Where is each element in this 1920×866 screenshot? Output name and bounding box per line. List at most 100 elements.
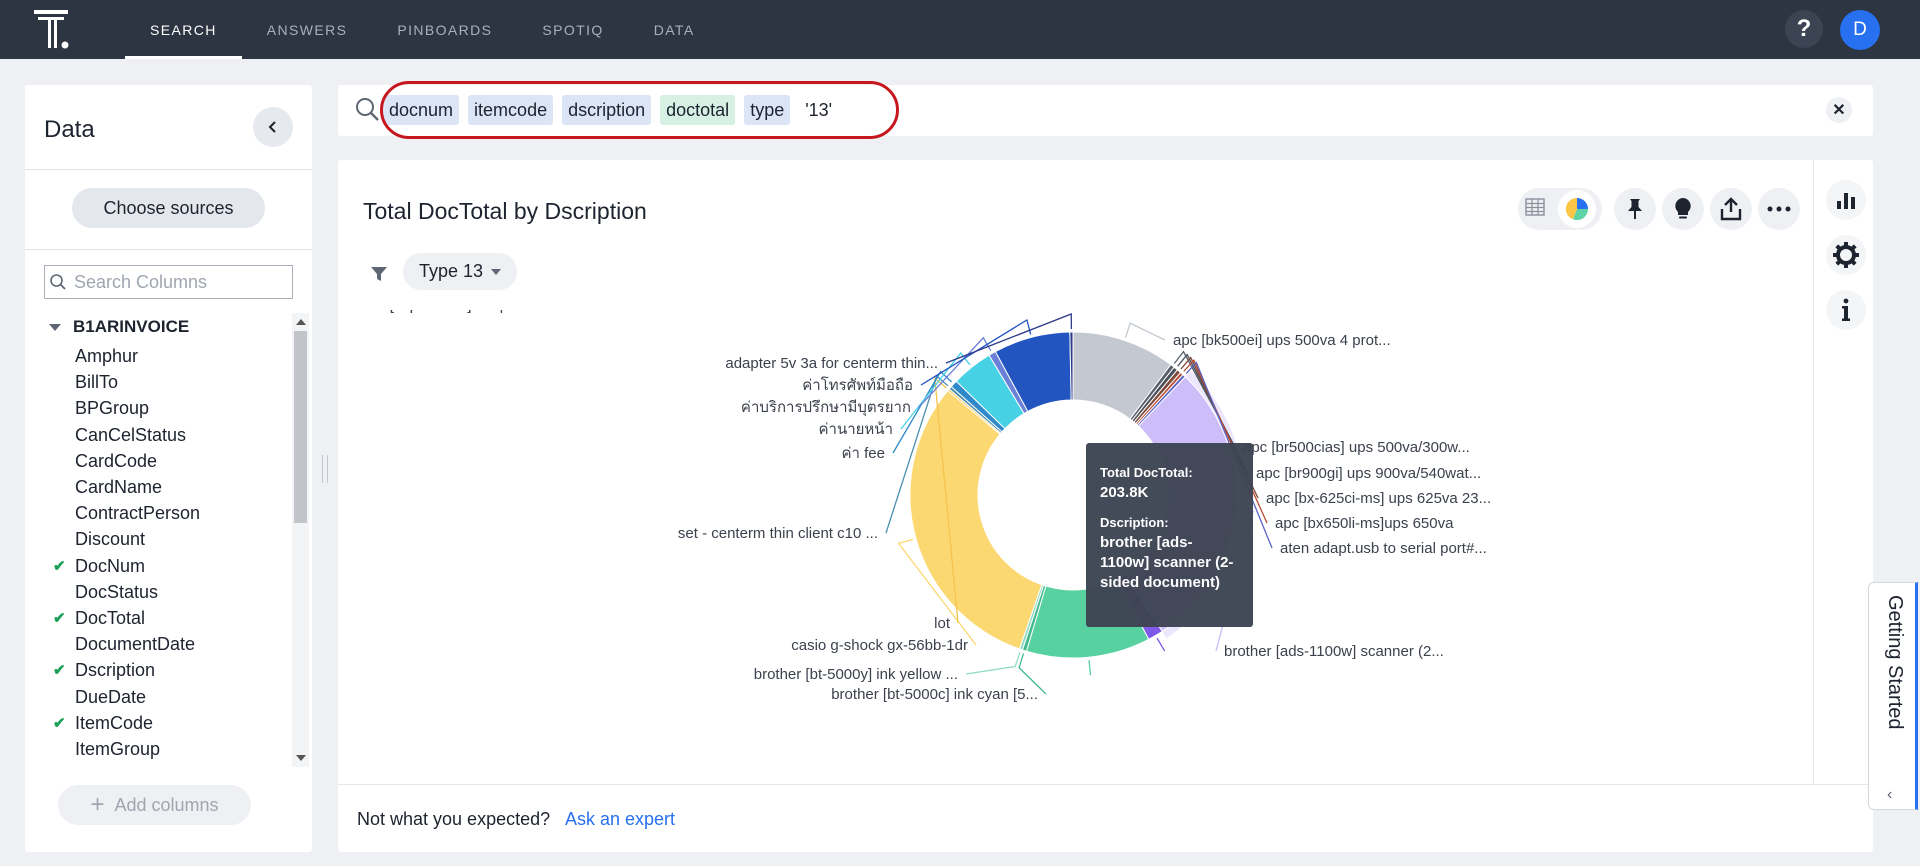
- column-item[interactable]: CanCelStatus: [75, 422, 186, 448]
- column-item[interactable]: ItemCode: [75, 710, 153, 736]
- search-tokens: docnum itemcode dscription doctotal type '13': [383, 94, 838, 126]
- slice-label: ค่านายหน้า: [819, 421, 894, 438]
- label-leader-line: [1124, 322, 1166, 341]
- chart-view-button[interactable]: [1557, 190, 1596, 228]
- column-item[interactable]: BillTo: [75, 369, 118, 395]
- donut-chart: apc [bk500ei] ups 500va 4 prot... apc [br…: [338, 310, 1491, 703]
- ask-expert-link[interactable]: Ask an expert: [565, 809, 675, 830]
- divider: [25, 249, 312, 250]
- check-icon: ✔: [53, 557, 66, 575]
- nav-tab-pinboards[interactable]: PINBOARDS: [372, 0, 517, 59]
- table-name: B1ARINVOICE: [73, 317, 190, 336]
- slice-label: adapter 5v 3a for centerm thin...: [725, 355, 938, 372]
- search-token[interactable]: dscription: [562, 95, 652, 125]
- slice-label: set - centerm thin client c10 ...: [678, 525, 878, 542]
- column-item[interactable]: CardName: [75, 474, 162, 500]
- scroll-up-icon[interactable]: [296, 319, 306, 325]
- slice-label: ค่า fee: [842, 445, 885, 462]
- pie-chart-icon: [1565, 197, 1588, 221]
- spotiq-button[interactable]: [1662, 188, 1704, 230]
- label-leader-line: [1088, 660, 1092, 676]
- share-button[interactable]: [1710, 188, 1752, 230]
- scroll-thumb[interactable]: [294, 331, 307, 523]
- search-bar[interactable]: docnum itemcode dscription doctotal type '13'…: [338, 81, 1873, 139]
- more-options-button[interactable]: [1758, 188, 1800, 230]
- tooltip-attr-value: brother [ads-1100w] scanner (2-sided doc…: [1100, 534, 1234, 591]
- column-item[interactable]: ItemGroup: [75, 736, 160, 762]
- search-token[interactable]: type: [744, 95, 791, 125]
- nav-tab-data[interactable]: DATA: [629, 0, 720, 59]
- search-token[interactable]: doctotal: [660, 95, 736, 125]
- column-item[interactable]: Dscription: [75, 657, 155, 683]
- slice-label: brother [bt-5000y] ink yellow ...: [754, 666, 958, 683]
- table-icon: [1524, 197, 1545, 216]
- nav-tab-answers[interactable]: ANSWERS: [242, 0, 373, 59]
- collapse-panel-button[interactable]: [253, 107, 293, 147]
- pin-button[interactable]: [1614, 188, 1656, 230]
- column-item[interactable]: LineNo: [75, 762, 132, 765]
- search-columns-box: [44, 265, 293, 299]
- settings-button[interactable]: [1826, 235, 1866, 275]
- more-horizontal-icon: [1767, 206, 1791, 212]
- page-scrollbar[interactable]: [1900, 59, 1920, 582]
- label-leader-line: [965, 652, 1021, 675]
- add-columns-button[interactable]: + Add columns: [58, 785, 251, 825]
- user-avatar[interactable]: D: [1840, 10, 1880, 50]
- column-item[interactable]: DocTotal: [75, 605, 145, 631]
- panel-resize-handle[interactable]: [322, 455, 328, 483]
- column-item[interactable]: DocumentDate: [75, 631, 195, 657]
- clear-search-button[interactable]: ✕: [1826, 97, 1852, 123]
- column-item[interactable]: ContractPerson: [75, 500, 200, 526]
- caret-down-icon: [49, 323, 61, 331]
- nav-tabs: SEARCH ANSWERS PINBOARDS SPOTIQ DATA: [125, 0, 720, 59]
- chevron-left-icon: [268, 121, 276, 133]
- chart-config-button[interactable]: [1826, 180, 1866, 220]
- slice-label: aten adapt.usb to serial port#...: [1280, 540, 1487, 557]
- search-token[interactable]: itemcode: [468, 95, 554, 125]
- slice-label: ค่าบริการปรึกษามีบุตรยาก: [741, 399, 911, 417]
- lightbulb-icon: [1675, 198, 1691, 219]
- tooltip-measure-value: 203.8K: [1100, 484, 1149, 501]
- tooltip-attr-label: Dscription:: [1100, 515, 1169, 530]
- nav-tab-search[interactable]: SEARCH: [125, 0, 242, 59]
- slice-label: apc [br500cias] ups 500va/300w...: [1243, 439, 1470, 456]
- scroll-down-icon[interactable]: [296, 755, 306, 761]
- not-expected-text: Not what you expected?: [357, 809, 551, 829]
- help-button[interactable]: ?: [1785, 10, 1823, 48]
- getting-started-panel[interactable]: Getting Started ‹: [1868, 582, 1918, 810]
- check-icon: ✔: [53, 662, 66, 680]
- columns-scrollbar[interactable]: [292, 313, 309, 767]
- answer-toolbar: [1518, 187, 1800, 231]
- chevron-left-icon[interactable]: ‹: [1887, 786, 1892, 804]
- donut-slice[interactable]: [909, 389, 1043, 650]
- tooltip-measure-label: Total DocTotal:: [1100, 465, 1193, 480]
- table-view-button[interactable]: [1524, 197, 1545, 221]
- data-panel-title: Data: [44, 116, 95, 143]
- search-token[interactable]: docnum: [383, 95, 460, 125]
- slice-label: apc [br900gi] ups 900va/540wat...: [1256, 465, 1481, 482]
- add-columns-label: Add columns: [114, 794, 219, 815]
- chart-title[interactable]: Total DocTotal by Dscription: [363, 198, 647, 225]
- column-item[interactable]: Discount: [75, 526, 145, 552]
- chart-tooltip: Total DocTotal: 203.8K Dscription: broth…: [1086, 443, 1253, 627]
- search-columns-input[interactable]: [74, 266, 289, 298]
- info-button[interactable]: [1826, 290, 1866, 330]
- filter-chip[interactable]: Type 13: [403, 253, 518, 290]
- column-item[interactable]: DocNum: [75, 553, 145, 579]
- column-item[interactable]: DocStatus: [75, 579, 158, 605]
- nav-tab-spotiq[interactable]: SPOTIQ: [517, 0, 628, 59]
- choose-sources-button[interactable]: Choose sources: [72, 188, 265, 228]
- column-item[interactable]: Amphur: [75, 343, 138, 369]
- column-item[interactable]: BPGroup: [75, 395, 149, 421]
- check-icon: ✔: [53, 714, 66, 732]
- thoughtspot-logo[interactable]: [34, 10, 74, 50]
- check-icon: ✔: [53, 610, 66, 627]
- search-token[interactable]: '13': [799, 95, 838, 125]
- table-node[interactable]: B1ARINVOICE: [49, 317, 189, 337]
- search-icon: [356, 98, 379, 121]
- getting-started-label: Getting Started: [1884, 595, 1906, 730]
- column-item[interactable]: DueDate: [75, 684, 146, 710]
- app-root: SEARCH ANSWERS PINBOARDS SPOTIQ DATA ? D Dat…: [0, 0, 1920, 866]
- column-item[interactable]: CardCode: [75, 448, 157, 474]
- caret-down-icon: [491, 268, 502, 275]
